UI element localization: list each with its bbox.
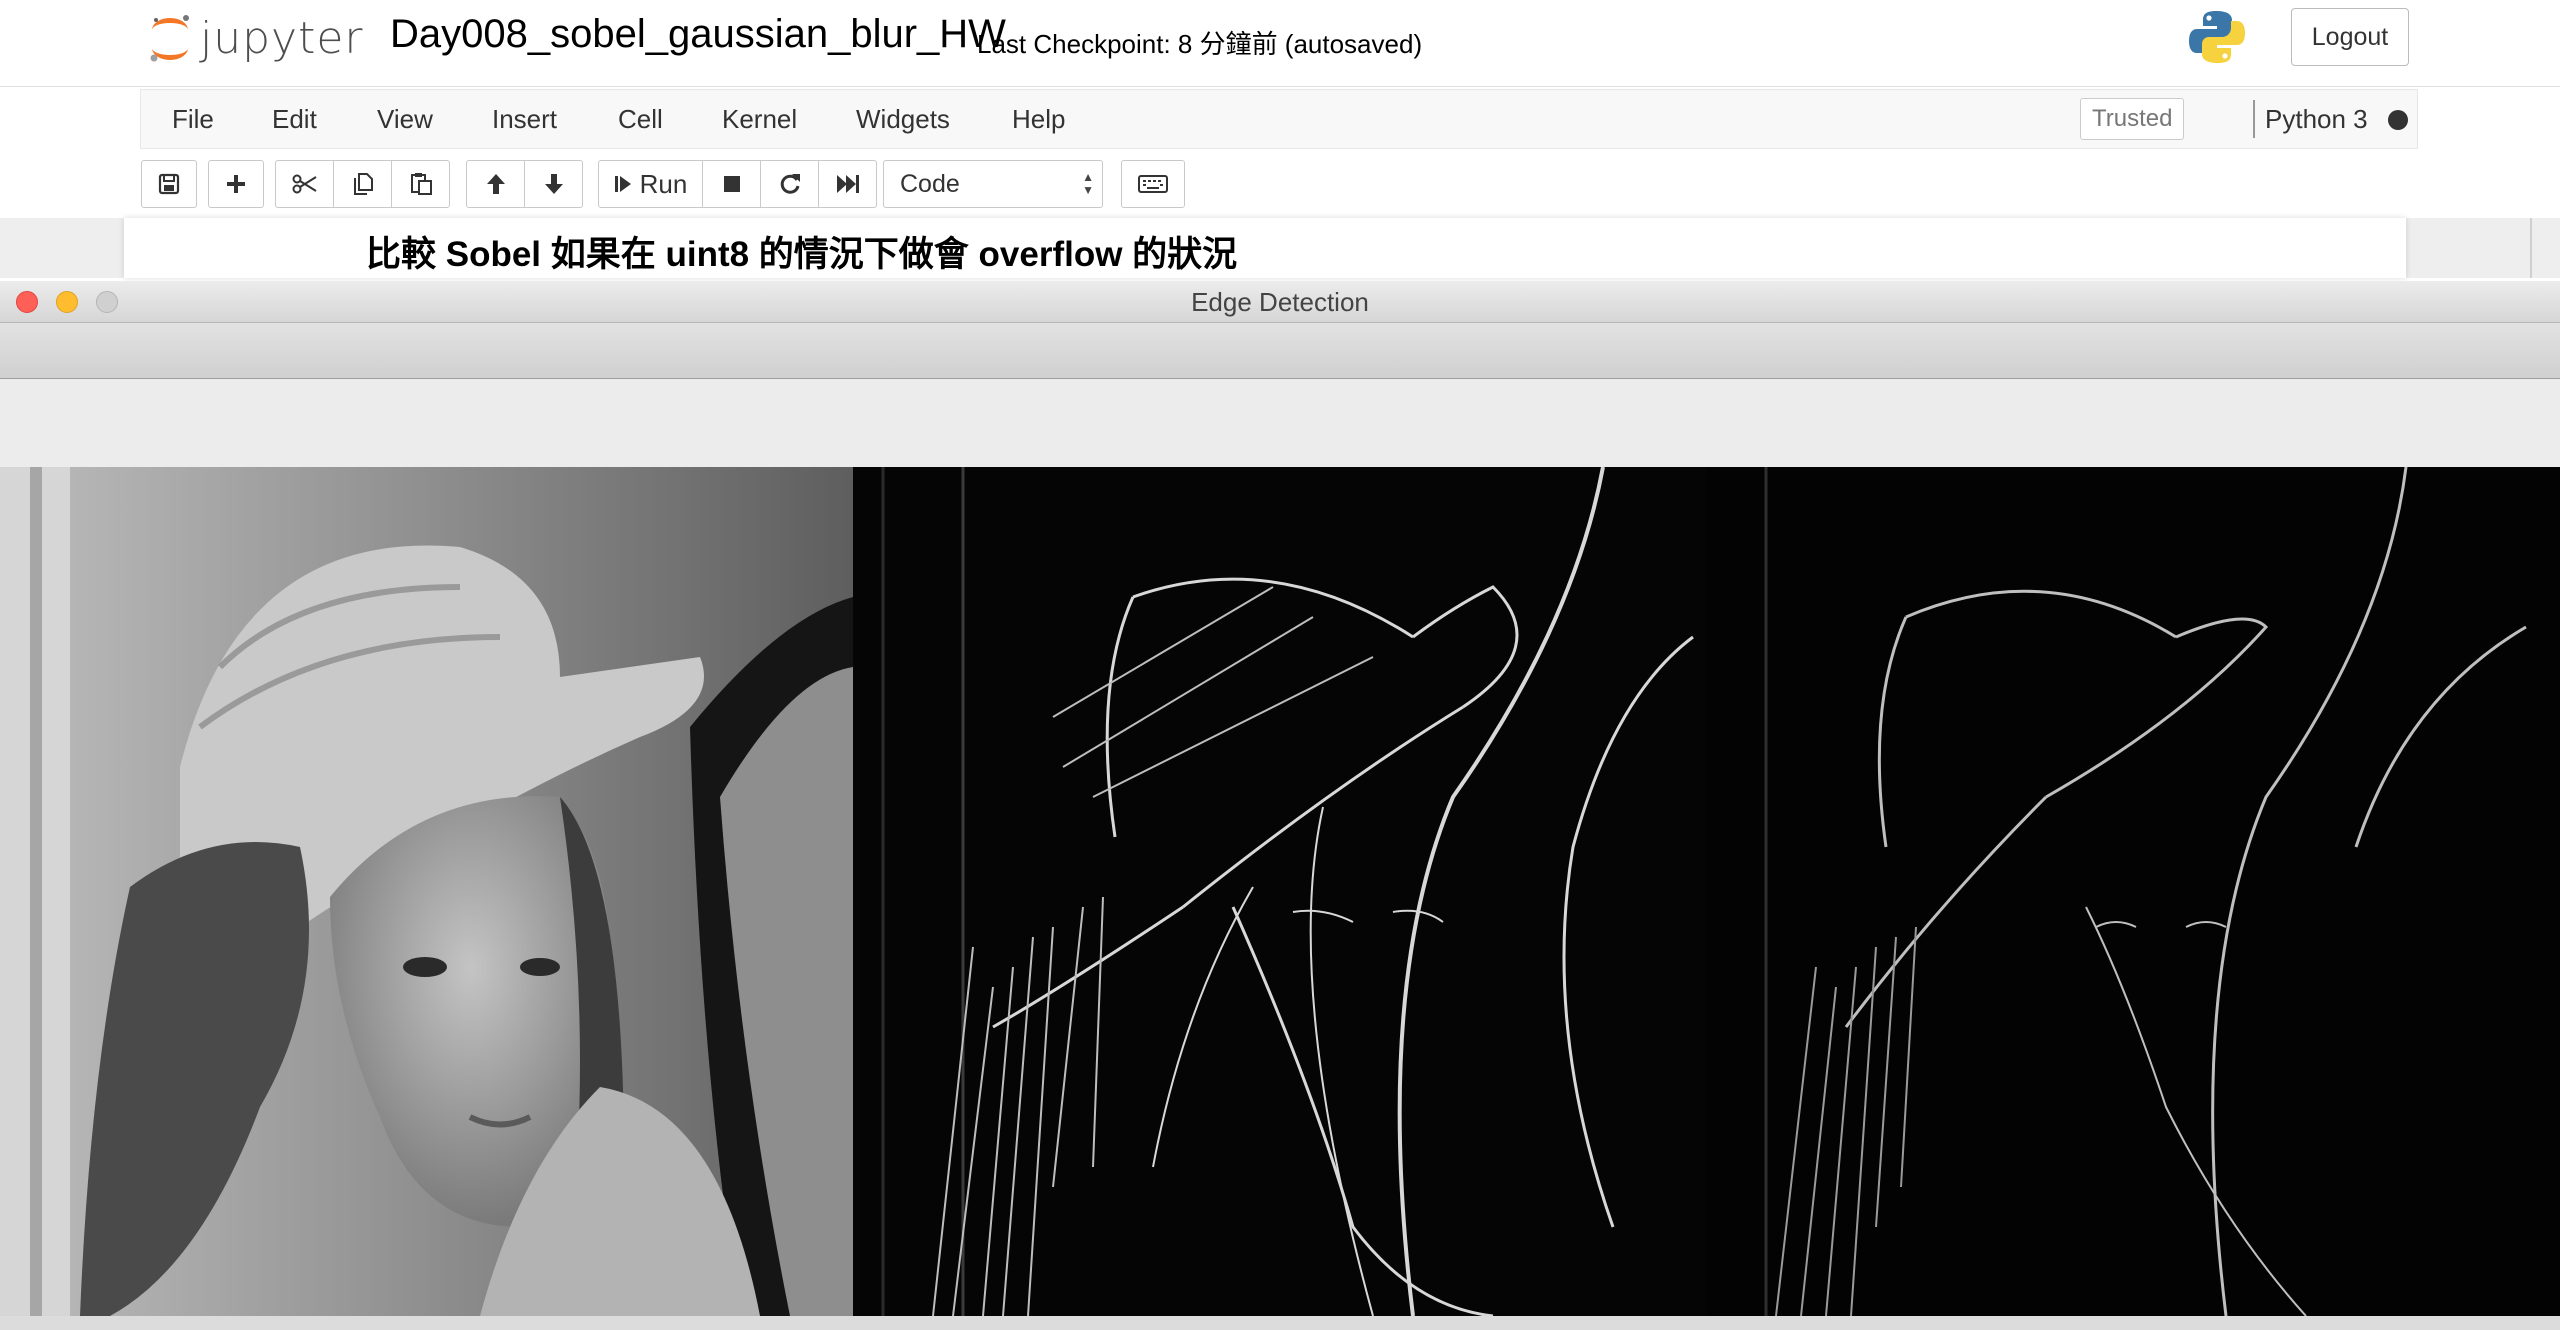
menu-file[interactable]: File <box>172 90 214 148</box>
insert-cell-button[interactable] <box>208 160 264 208</box>
sobel-edges-panel <box>853 467 1706 1316</box>
stop-icon <box>723 176 740 192</box>
cell-type-value: Code <box>900 170 960 198</box>
grayscale-original-panel <box>0 467 853 1316</box>
python-logo-icon <box>2189 11 2245 63</box>
keyboard-icon <box>1138 175 1168 193</box>
jupyter-logo-text: jupyter <box>200 12 364 64</box>
select-arrows-icon: ▲ ▼ <box>1082 170 1094 197</box>
cut-button[interactable] <box>275 160 334 208</box>
arrow-up-icon <box>486 174 505 194</box>
arrow-down-icon <box>544 174 563 194</box>
run-button[interactable]: Run <box>598 160 703 208</box>
kernel-name[interactable]: Python 3 <box>2265 90 2368 148</box>
menubar: File Edit View Insert Cell Kernel Widget… <box>140 89 2418 149</box>
move-up-button[interactable] <box>466 160 525 208</box>
menu-view[interactable]: View <box>377 90 433 148</box>
restart-icon <box>780 174 800 194</box>
markdown-cell-heading: 比較 Sobel 如果在 uint8 的情況下做會 overflow 的狀況 <box>366 235 1238 274</box>
interrupt-button[interactable] <box>702 160 761 208</box>
copy-button[interactable] <box>333 160 392 208</box>
paste-button[interactable] <box>391 160 450 208</box>
save-button[interactable] <box>141 160 197 208</box>
kernel-divider <box>2253 100 2255 138</box>
restart-button[interactable] <box>760 160 819 208</box>
menu-edit[interactable]: Edit <box>272 90 317 148</box>
save-icon <box>158 173 180 195</box>
jupyter-logo[interactable]: jupyter <box>148 8 364 68</box>
jupyter-header: jupyter Day008_sobel_gaussian_blur_HW La… <box>0 0 2560 87</box>
window-status-area <box>0 379 2560 467</box>
menu-kernel[interactable]: Kernel <box>722 90 797 148</box>
command-palette-button[interactable] <box>1121 160 1185 208</box>
window-title: Edge Detection <box>1191 287 1369 317</box>
plus-icon <box>227 175 245 193</box>
restart-run-all-button[interactable] <box>818 160 877 208</box>
menu-cell[interactable]: Cell <box>618 90 663 148</box>
menu-help[interactable]: Help <box>1012 90 1065 148</box>
cut-icon <box>292 174 317 194</box>
kernel-status-indicator <box>2388 110 2408 130</box>
notebook-name[interactable]: Day008_sobel_gaussian_blur_HW <box>390 12 1006 57</box>
trusted-badge[interactable]: Trusted <box>2080 98 2185 140</box>
run-label: Run <box>639 168 688 199</box>
window-titlebar[interactable]: Edge Detection <box>0 281 2560 323</box>
jupyter-logo-icon <box>150 15 189 62</box>
checkpoint-status: Last Checkpoint: 8 分鐘前 (autosaved) <box>977 29 1423 59</box>
logout-button[interactable]: Logout <box>2291 8 2409 66</box>
cell-type-select[interactable]: Code ▲ ▼ <box>883 160 1103 208</box>
sobel-uint8-panel <box>1706 467 2560 1316</box>
edge-detection-image <box>0 467 2560 1316</box>
menu-widgets[interactable]: Widgets <box>856 90 950 148</box>
run-icon <box>614 176 631 192</box>
scrollbar-track[interactable] <box>2530 218 2532 278</box>
notebook-toolbar: Run Code ▲ ▼ <box>0 152 2560 218</box>
paste-icon <box>410 173 432 195</box>
window-toolbar <box>0 323 2560 379</box>
copy-icon <box>353 173 373 195</box>
fast-forward-icon <box>836 175 859 193</box>
menu-insert[interactable]: Insert <box>492 90 557 148</box>
move-down-button[interactable] <box>524 160 583 208</box>
window-bottom-edge <box>0 1316 2560 1330</box>
